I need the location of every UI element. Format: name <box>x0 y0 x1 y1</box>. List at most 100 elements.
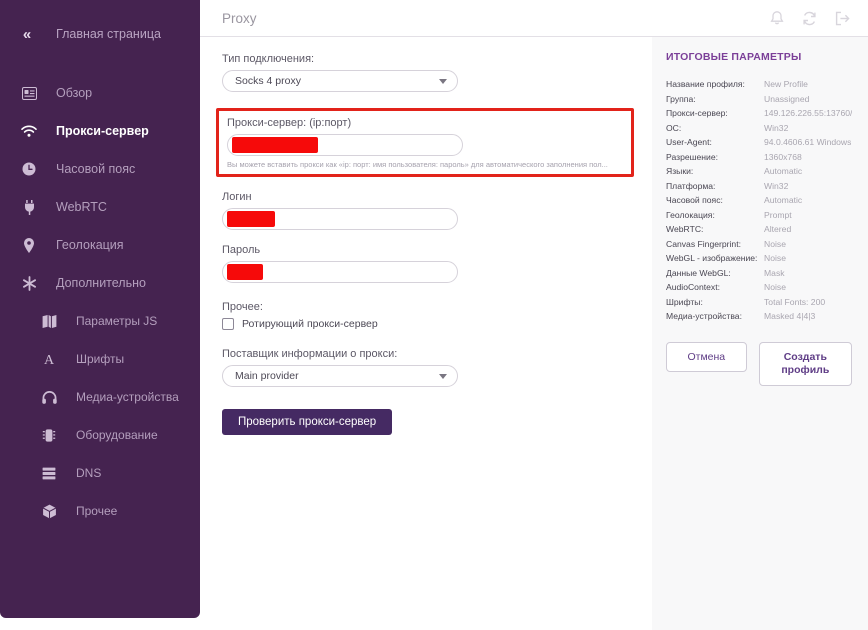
summary-row-value: Mask <box>764 266 785 281</box>
sidebar-item-webrtc[interactable]: WebRTC <box>0 188 200 226</box>
summary-row-value: 94.0.4606.61 Windows <box>764 135 851 150</box>
summary-row-value: Win32 <box>764 121 788 136</box>
sidebar-item-other[interactable]: Прочее <box>0 492 200 530</box>
sidebar-item-proxy[interactable]: Прокси-сервер <box>0 112 200 150</box>
summary-title: ИТОГОВЫЕ ПАРАМЕТРЫ <box>666 51 852 63</box>
sidebar-item-media-devices[interactable]: Медиа-устройства <box>0 378 200 416</box>
summary-row: AudioContext:Noise <box>666 280 852 295</box>
sidebar-item-overview[interactable]: Обзор <box>0 74 200 112</box>
app-root: « Главная страница Обзор Прокси-сервер <box>0 0 868 630</box>
asterisk-icon <box>16 276 42 291</box>
sidebar-item-label: Оборудование <box>76 428 158 442</box>
summary-row-key: Часовой пояс: <box>666 193 764 208</box>
sidebar-item-hardware[interactable]: Оборудование <box>0 416 200 454</box>
connection-type-value: Socks 4 proxy <box>235 75 439 87</box>
rotating-proxy-label: Ротирующий прокси-сервер <box>242 318 378 330</box>
summary-row-key: Прокси-сервер: <box>666 106 764 121</box>
summary-row-value: Win32 <box>764 179 788 194</box>
create-profile-button[interactable]: Создать профиль <box>759 342 852 386</box>
headphones-icon <box>36 391 62 404</box>
refresh-icon[interactable] <box>802 11 817 26</box>
sidebar-item-fonts[interactable]: A Шрифты <box>0 340 200 378</box>
proxy-server-label: Прокси-сервер: (ip:порт) <box>227 117 623 129</box>
sidebar-item-dns[interactable]: DNS <box>0 454 200 492</box>
summary-row: Платформа:Win32 <box>666 179 852 194</box>
summary-row-key: Данные WebGL: <box>666 266 764 281</box>
summary-row-value: Altered <box>764 222 791 237</box>
location-pin-icon <box>16 238 42 253</box>
proxy-server-input[interactable] <box>227 134 463 156</box>
sidebar-item-timezone[interactable]: Часовой пояс <box>0 150 200 188</box>
sidebar-home-row[interactable]: « Главная страница <box>0 16 200 52</box>
sidebar-item-label: Обзор <box>56 86 92 100</box>
summary-row-value: New Profile <box>764 77 808 92</box>
logout-icon[interactable] <box>835 11 850 26</box>
chevron-down-icon <box>439 374 447 379</box>
other-label: Прочее: <box>222 301 652 313</box>
summary-row: Прокси-сервер:149.126.226.55:13760/SOC..… <box>666 106 852 121</box>
clock-icon <box>16 162 42 176</box>
check-proxy-button[interactable]: Проверить прокси-сервер <box>222 409 392 435</box>
summary-row: Языки:Automatic <box>666 164 852 179</box>
header-icon-group <box>770 11 850 26</box>
summary-row: Геолокация:Prompt <box>666 208 852 223</box>
summary-row-value: Automatic <box>764 164 802 179</box>
summary-row-value: Automatic <box>764 193 802 208</box>
summary-row-key: Геолокация: <box>666 208 764 223</box>
cancel-button[interactable]: Отмена <box>666 342 747 372</box>
summary-row-key: Группа: <box>666 92 764 107</box>
sidebar-item-label: DNS <box>76 466 101 480</box>
proxy-form: Тип подключения: Socks 4 proxy Прокси-се… <box>200 37 652 630</box>
sidebar-home-label: Главная страница <box>56 27 161 41</box>
rotating-proxy-checkbox[interactable] <box>222 318 234 330</box>
redaction-bar <box>227 264 263 280</box>
summary-row: Группа:Unassigned <box>666 92 852 107</box>
summary-row: WebGL - изображение:Noise <box>666 251 852 266</box>
sidebar-item-js-params[interactable]: Параметры JS <box>0 302 200 340</box>
summary-row-value: 1360x768 <box>764 150 802 165</box>
sidebar-item-label: Дополнительно <box>56 276 146 290</box>
proxy-server-hint: Вы можете вставить прокси как «ip: порт:… <box>227 160 641 169</box>
chevron-down-icon <box>439 79 447 84</box>
password-input[interactable] <box>222 261 458 283</box>
summary-row-key: Название профиля: <box>666 77 764 92</box>
sidebar: « Главная страница Обзор Прокси-сервер <box>0 0 200 618</box>
summary-row-key: ОС: <box>666 121 764 136</box>
id-card-icon <box>16 87 42 100</box>
sidebar-item-geolocation[interactable]: Геолокация <box>0 226 200 264</box>
login-label: Логин <box>222 191 652 203</box>
summary-row-value: Unassigned <box>764 92 809 107</box>
rotating-proxy-row[interactable]: Ротирующий прокси-сервер <box>222 318 652 330</box>
login-input[interactable] <box>222 208 458 230</box>
summary-row-value: Prompt <box>764 208 792 223</box>
bell-icon[interactable] <box>770 11 784 26</box>
sidebar-item-label: Медиа-устройства <box>76 390 179 404</box>
redaction-bar <box>232 137 318 153</box>
summary-row: Часовой пояс:Automatic <box>666 193 852 208</box>
summary-row: Медиа-устройства:Masked 4|4|3 <box>666 309 852 324</box>
summary-row-value: Masked 4|4|3 <box>764 309 815 324</box>
redaction-bar <box>227 211 275 227</box>
sidebar-nav: Обзор Прокси-сервер Часовой пояс WebRTC <box>0 74 200 530</box>
server-stack-icon <box>36 467 62 480</box>
provider-select[interactable]: Main provider <box>222 365 458 387</box>
sidebar-item-label: Прочее <box>76 504 117 518</box>
summary-row-key: Медиа-устройства: <box>666 309 764 324</box>
summary-row: Данные WebGL:Mask <box>666 266 852 281</box>
summary-rows: Название профиля:New Profile Группа:Unas… <box>666 77 852 324</box>
summary-row-key: Canvas Fingerprint: <box>666 237 764 252</box>
sidebar-item-additional[interactable]: Дополнительно <box>0 264 200 302</box>
cpu-chip-icon <box>36 428 62 443</box>
provider-label: Поставщик информации о прокси: <box>222 348 652 360</box>
summary-row-key: Разрешение: <box>666 150 764 165</box>
summary-row-key: AudioContext: <box>666 280 764 295</box>
summary-row: Разрешение:1360x768 <box>666 150 852 165</box>
top-header: Proxy <box>200 0 868 37</box>
sidebar-item-label: Геолокация <box>56 238 124 252</box>
panel-button-group: Отмена Создать профиль <box>666 342 852 386</box>
connection-type-select[interactable]: Socks 4 proxy <box>222 70 458 92</box>
summary-row-value: Noise <box>764 237 786 252</box>
summary-row: WebRTC:Altered <box>666 222 852 237</box>
double-chevron-left-icon[interactable]: « <box>14 27 38 42</box>
sidebar-item-label: Часовой пояс <box>56 162 135 176</box>
